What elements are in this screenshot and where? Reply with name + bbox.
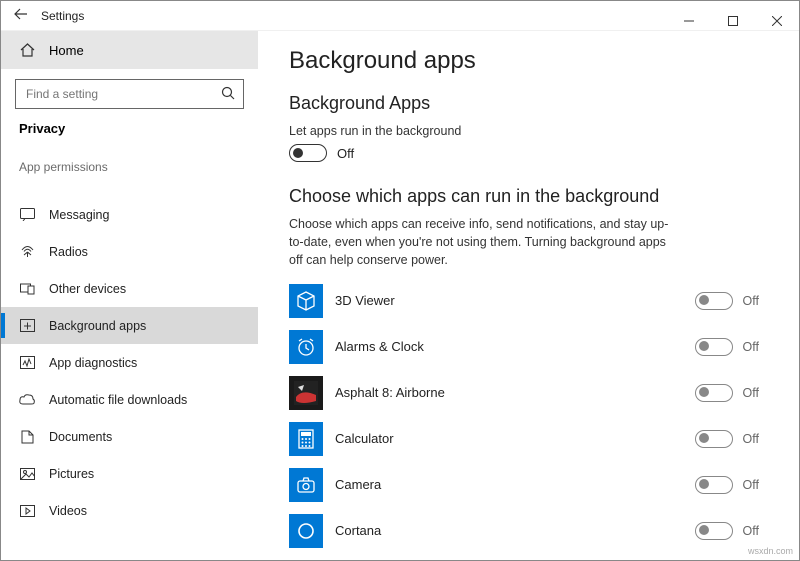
sidebar-item-pictures[interactable]: Pictures bbox=[1, 455, 258, 492]
window-title: Settings bbox=[41, 9, 84, 23]
section-background-apps: Background Apps bbox=[289, 93, 769, 114]
calculator-icon bbox=[289, 422, 323, 456]
sidebar-item-label: Background apps bbox=[49, 319, 146, 333]
sidebar-item-tasks[interactable]: Tasks bbox=[1, 176, 258, 196]
app-diagnostics-icon bbox=[19, 356, 35, 369]
sidebar-item-label: Messaging bbox=[49, 208, 109, 222]
app-row-3d-viewer: 3D Viewer Off bbox=[289, 278, 769, 324]
other-devices-icon bbox=[19, 282, 35, 295]
videos-icon bbox=[19, 505, 35, 517]
app-name: Alarms & Clock bbox=[335, 339, 695, 354]
sidebar-item-videos[interactable]: Videos bbox=[1, 492, 258, 529]
titlebar: Settings bbox=[1, 1, 799, 31]
sidebar-item-documents[interactable]: Documents bbox=[1, 418, 258, 455]
3d-viewer-icon bbox=[289, 284, 323, 318]
app-toggle-camera[interactable] bbox=[695, 476, 733, 494]
sidebar-item-label: Other devices bbox=[49, 282, 126, 296]
watermark: wsxdn.com bbox=[748, 546, 793, 556]
sidebar-item-app-diagnostics[interactable]: App diagnostics bbox=[1, 344, 258, 381]
app-toggle-state: Off bbox=[743, 478, 759, 492]
sidebar-item-label: Automatic file downloads bbox=[49, 393, 187, 407]
choose-apps-description: Choose which apps can receive info, send… bbox=[289, 215, 669, 269]
app-row-asphalt: Asphalt 8: Airborne Off bbox=[289, 370, 769, 416]
maximize-icon bbox=[728, 16, 738, 26]
page-title: Background apps bbox=[289, 47, 769, 75]
sidebar-item-background-apps[interactable]: Background apps bbox=[1, 307, 258, 344]
sidebar-item-label: Videos bbox=[49, 504, 87, 518]
app-name: Cortana bbox=[335, 523, 695, 538]
master-toggle[interactable] bbox=[289, 144, 327, 162]
search-field[interactable] bbox=[24, 86, 221, 102]
master-toggle-state: Off bbox=[337, 146, 354, 161]
minimize-icon bbox=[684, 16, 694, 26]
back-arrow-icon bbox=[14, 8, 28, 20]
app-toggle-alarms[interactable] bbox=[695, 338, 733, 356]
alarms-clock-icon bbox=[289, 330, 323, 364]
pictures-icon bbox=[19, 468, 35, 480]
sidebar-item-label: Radios bbox=[49, 245, 88, 259]
sidebar-item-label: Documents bbox=[49, 430, 112, 444]
sidebar-item-messaging[interactable]: Messaging bbox=[1, 196, 258, 233]
category-title: Privacy bbox=[1, 119, 258, 150]
app-toggle-state: Off bbox=[743, 432, 759, 446]
sidebar-item-radios[interactable]: Radios bbox=[1, 233, 258, 270]
app-name: Camera bbox=[335, 477, 695, 492]
tasks-icon bbox=[19, 182, 35, 196]
app-toggle-3d-viewer[interactable] bbox=[695, 292, 733, 310]
app-name: 3D Viewer bbox=[335, 293, 695, 308]
maximize-button[interactable] bbox=[711, 6, 755, 26]
app-toggle-asphalt[interactable] bbox=[695, 384, 733, 402]
sidebar: Home Privacy App permissions Tasks Messa… bbox=[1, 31, 259, 560]
nav-list: Tasks Messaging Radios Other devices Bac… bbox=[1, 176, 258, 560]
app-toggle-state: Off bbox=[743, 524, 759, 538]
messaging-icon bbox=[19, 208, 35, 221]
documents-icon bbox=[19, 430, 35, 444]
app-toggle-state: Off bbox=[743, 340, 759, 354]
back-button[interactable] bbox=[1, 8, 41, 23]
close-button[interactable] bbox=[755, 6, 799, 26]
master-toggle-label: Let apps run in the background bbox=[289, 122, 669, 140]
home-icon bbox=[19, 43, 35, 57]
sidebar-item-auto-file-downloads[interactable]: Automatic file downloads bbox=[1, 381, 258, 418]
app-toggle-calculator[interactable] bbox=[695, 430, 733, 448]
app-row-calculator: Calculator Off bbox=[289, 416, 769, 462]
app-row-cortana: Cortana Off bbox=[289, 508, 769, 554]
radios-icon bbox=[19, 245, 35, 258]
home-label: Home bbox=[49, 43, 84, 58]
app-toggle-cortana[interactable] bbox=[695, 522, 733, 540]
sidebar-item-other-devices[interactable]: Other devices bbox=[1, 270, 258, 307]
sidebar-item-label: Pictures bbox=[49, 467, 94, 481]
app-row-camera: Camera Off bbox=[289, 462, 769, 508]
app-name: Asphalt 8: Airborne bbox=[335, 385, 695, 400]
home-nav[interactable]: Home bbox=[1, 31, 258, 69]
background-apps-icon bbox=[19, 319, 35, 332]
app-row-alarms: Alarms & Clock Off bbox=[289, 324, 769, 370]
app-name: Calculator bbox=[335, 431, 695, 446]
close-icon bbox=[772, 16, 782, 26]
search-input[interactable] bbox=[15, 79, 244, 109]
app-toggle-state: Off bbox=[743, 386, 759, 400]
app-toggle-state: Off bbox=[743, 294, 759, 308]
section-choose-apps: Choose which apps can run in the backgro… bbox=[289, 186, 769, 207]
camera-icon bbox=[289, 468, 323, 502]
main-content: Background apps Background Apps Let apps… bbox=[259, 31, 799, 560]
cloud-download-icon bbox=[19, 394, 35, 406]
search-icon bbox=[221, 86, 235, 103]
section-title: App permissions bbox=[1, 150, 258, 176]
asphalt-icon bbox=[289, 376, 323, 410]
cortana-icon bbox=[289, 514, 323, 548]
sidebar-item-label: App diagnostics bbox=[49, 356, 137, 370]
minimize-button[interactable] bbox=[667, 6, 711, 26]
